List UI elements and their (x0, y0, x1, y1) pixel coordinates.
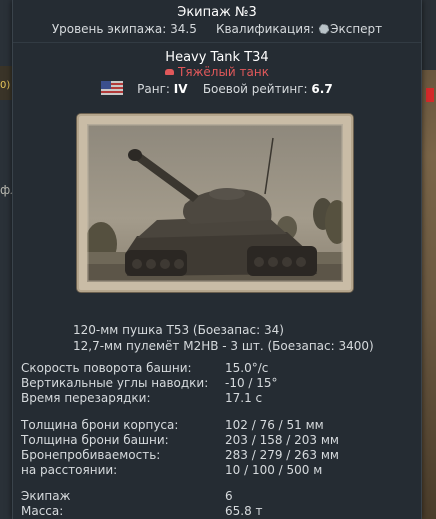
heavy-tank-icon (165, 69, 175, 75)
crew-info-line: Уровень экипажа: 34.5 Квалификация: Эксп… (13, 22, 421, 36)
crew-title: Экипаж №3 (177, 5, 257, 20)
background-left-text: 0) (0, 80, 11, 91)
qualification-value: Эксперт (330, 22, 383, 36)
stat-label: Бронепробиваемость: (21, 448, 161, 462)
stat-label: Время перезарядки: (21, 391, 151, 405)
tank-photo-illustration (87, 124, 343, 282)
stat-label: Масса: (21, 504, 64, 518)
stat-value: -10 / 15° (225, 376, 278, 390)
vehicle-name: Heavy Tank T34 (165, 50, 269, 65)
rank-label: Ранг: (137, 82, 170, 96)
crew-level-label: Уровень экипажа: (51, 22, 167, 36)
stat-label: Толщина брони башни: (21, 433, 169, 447)
vehicle-tooltip-panel: Экипаж №3 Уровень экипажа: 34.5 Квалифик… (12, 0, 422, 519)
vehicle-photo-frame (77, 114, 353, 292)
weapon-machine-gun: 12,7-мм пулемёт M2HB - 3 шт. (Боезапас: … (73, 339, 374, 353)
battle-rating-value: 6.7 (311, 82, 333, 96)
divider (13, 42, 421, 43)
vehicle-photo (87, 124, 343, 282)
background-right-ui (420, 0, 436, 519)
rank-row: Ранг: IV Боевой рейтинг: 6.7 (13, 81, 421, 96)
stat-value: 203 / 158 / 203 мм (225, 433, 339, 447)
stat-label: Толщина брони корпуса: (21, 418, 179, 432)
vehicle-class-label: Тяжёлый танк (178, 65, 269, 79)
stat-value: 102 / 76 / 51 мм (225, 418, 324, 432)
stat-label: на расстоянии: (21, 463, 118, 477)
gear-icon (319, 24, 330, 34)
stat-label: Вертикальные углы наводки: (21, 376, 209, 390)
usa-flag-icon (101, 81, 124, 95)
weapons-list: 120-мм пушка T53 (Боезапас: 34) 12,7-мм … (73, 322, 374, 354)
vehicle-class: Тяжёлый танк (13, 65, 421, 79)
background-marker-icon (426, 88, 434, 102)
stat-label: Экипаж (21, 489, 71, 503)
weapon-main-gun: 120-мм пушка T53 (Боезапас: 34) (73, 323, 284, 337)
stat-label: Скорость поворота башни: (21, 361, 192, 375)
background-right-top (420, 0, 436, 70)
rank-value: IV (173, 82, 188, 96)
stat-value: 17.1 с (225, 391, 263, 405)
stat-value: 10 / 100 / 500 м (225, 463, 323, 477)
stat-value: 283 / 279 / 263 мм (225, 448, 339, 462)
stat-value: 65.8 т (225, 504, 263, 518)
crew-level-value: 34.5 (170, 22, 197, 36)
stat-value: 15.0°/с (225, 361, 269, 375)
qualification-label: Квалификация: (215, 22, 315, 36)
stat-value: 6 (225, 489, 233, 503)
battle-rating-label: Боевой рейтинг: (202, 82, 308, 96)
